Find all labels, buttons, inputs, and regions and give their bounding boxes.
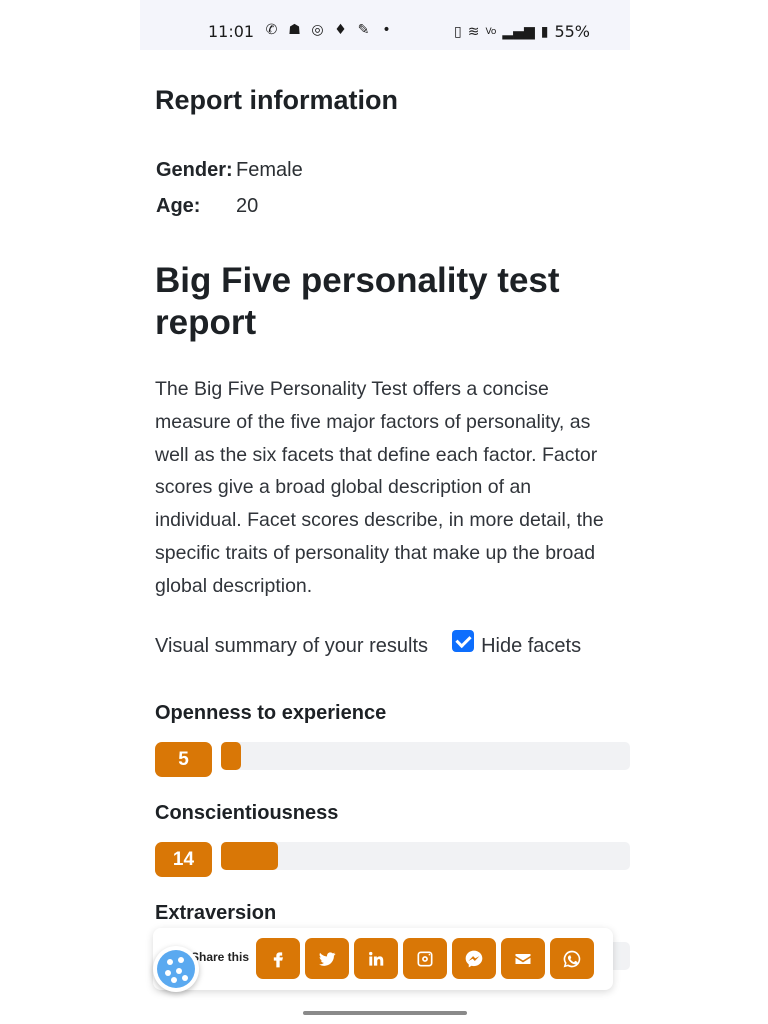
- status-time: 11:01: [208, 22, 255, 41]
- share-linkedin-button[interactable]: [354, 938, 398, 979]
- facebook-icon: [273, 951, 283, 967]
- score-badge: 14: [155, 842, 212, 877]
- email-icon: [515, 953, 531, 964]
- volte-icon: Vo: [485, 26, 497, 37]
- factor-conscientiousness: Conscientiousness 14: [155, 802, 630, 882]
- dot-icon: •: [382, 22, 391, 38]
- share-buttons: [256, 938, 594, 979]
- instagram-icon: ◎: [311, 22, 324, 38]
- signal-icon: ▂▄▆: [502, 23, 535, 40]
- hide-facets-toggle[interactable]: Hide facets: [452, 629, 582, 658]
- status-bar: 11:01 ✆ ☗ ◎ ♦ ✎ • ▯ ≋ Vo ▂▄▆ ▮ 55%: [140, 0, 630, 50]
- share-facebook-button[interactable]: [256, 938, 300, 979]
- factor-name: Extraversion: [155, 902, 277, 924]
- share-bar: Share this: [153, 928, 613, 990]
- app-icon: ✎: [357, 22, 370, 38]
- age-row: Age: 20: [156, 188, 303, 224]
- factor-bar-row: 14: [155, 842, 630, 882]
- home-indicator: [303, 1011, 467, 1015]
- notification-icons: ✆ ☗ ◎ ♦ ✎ •: [263, 22, 395, 38]
- messenger-icon: [465, 950, 483, 967]
- share-label: Share this: [191, 950, 250, 964]
- factor-name: Openness to experience: [155, 702, 387, 724]
- gender-label: Gender:: [156, 158, 233, 181]
- score-bar-track: [221, 842, 630, 870]
- vibrate-icon: ▯: [453, 23, 462, 40]
- cookie-settings-button[interactable]: [153, 946, 199, 992]
- age-value: 20: [236, 194, 259, 217]
- linkedin-icon: [369, 951, 384, 966]
- cookie-icon: [157, 950, 195, 988]
- report-description: The Big Five Personality Test offers a c…: [155, 378, 604, 597]
- score-bar-fill: [221, 742, 242, 770]
- wifi-icon: ≋: [467, 23, 480, 40]
- share-whatsapp-button[interactable]: [550, 938, 594, 979]
- factor-openness: Openness to experience 5: [155, 702, 630, 782]
- page-title: Big Five personality test report: [155, 261, 560, 342]
- snapchat-icon: ☗: [288, 22, 301, 38]
- system-icons: ▯ ≋ Vo ▂▄▆ ▮ 55%: [454, 22, 590, 41]
- score-bar-track: [221, 742, 630, 770]
- age-label: Age:: [156, 194, 201, 217]
- score-bar-fill: [221, 842, 279, 870]
- hide-facets-label: Hide facets: [481, 635, 582, 657]
- factor-bar-row: 5: [155, 742, 630, 782]
- whatsapp-icon: ✆: [265, 22, 278, 38]
- gender-row: Gender: Female: [156, 152, 303, 188]
- location-icon: ♦: [334, 22, 347, 38]
- twitter-icon: [319, 951, 336, 966]
- share-instagram-button[interactable]: [403, 938, 447, 979]
- phone-screen: 11:01 ✆ ☗ ◎ ♦ ✎ • ▯ ≋ Vo ▂▄▆ ▮ 55% Repor…: [140, 0, 630, 1024]
- gender-value: Female: [236, 158, 303, 181]
- share-messenger-button[interactable]: [452, 938, 496, 979]
- share-twitter-button[interactable]: [305, 938, 349, 979]
- instagram-icon: [417, 951, 433, 966]
- report-info-table: Gender: Female Age: 20: [156, 152, 303, 224]
- battery-icon: ▮: [540, 23, 549, 40]
- visual-summary-row: Visual summary of your results Hide face…: [155, 629, 630, 658]
- report-info-title: Report information: [155, 85, 398, 115]
- factor-name: Conscientiousness: [155, 802, 339, 824]
- score-badge: 5: [155, 742, 212, 777]
- visual-summary-label: Visual summary of your results: [155, 635, 429, 657]
- whatsapp-icon: [563, 950, 581, 967]
- battery-percent: 55%: [554, 22, 590, 41]
- hide-facets-checkbox[interactable]: [452, 629, 475, 652]
- share-email-button[interactable]: [501, 938, 545, 979]
